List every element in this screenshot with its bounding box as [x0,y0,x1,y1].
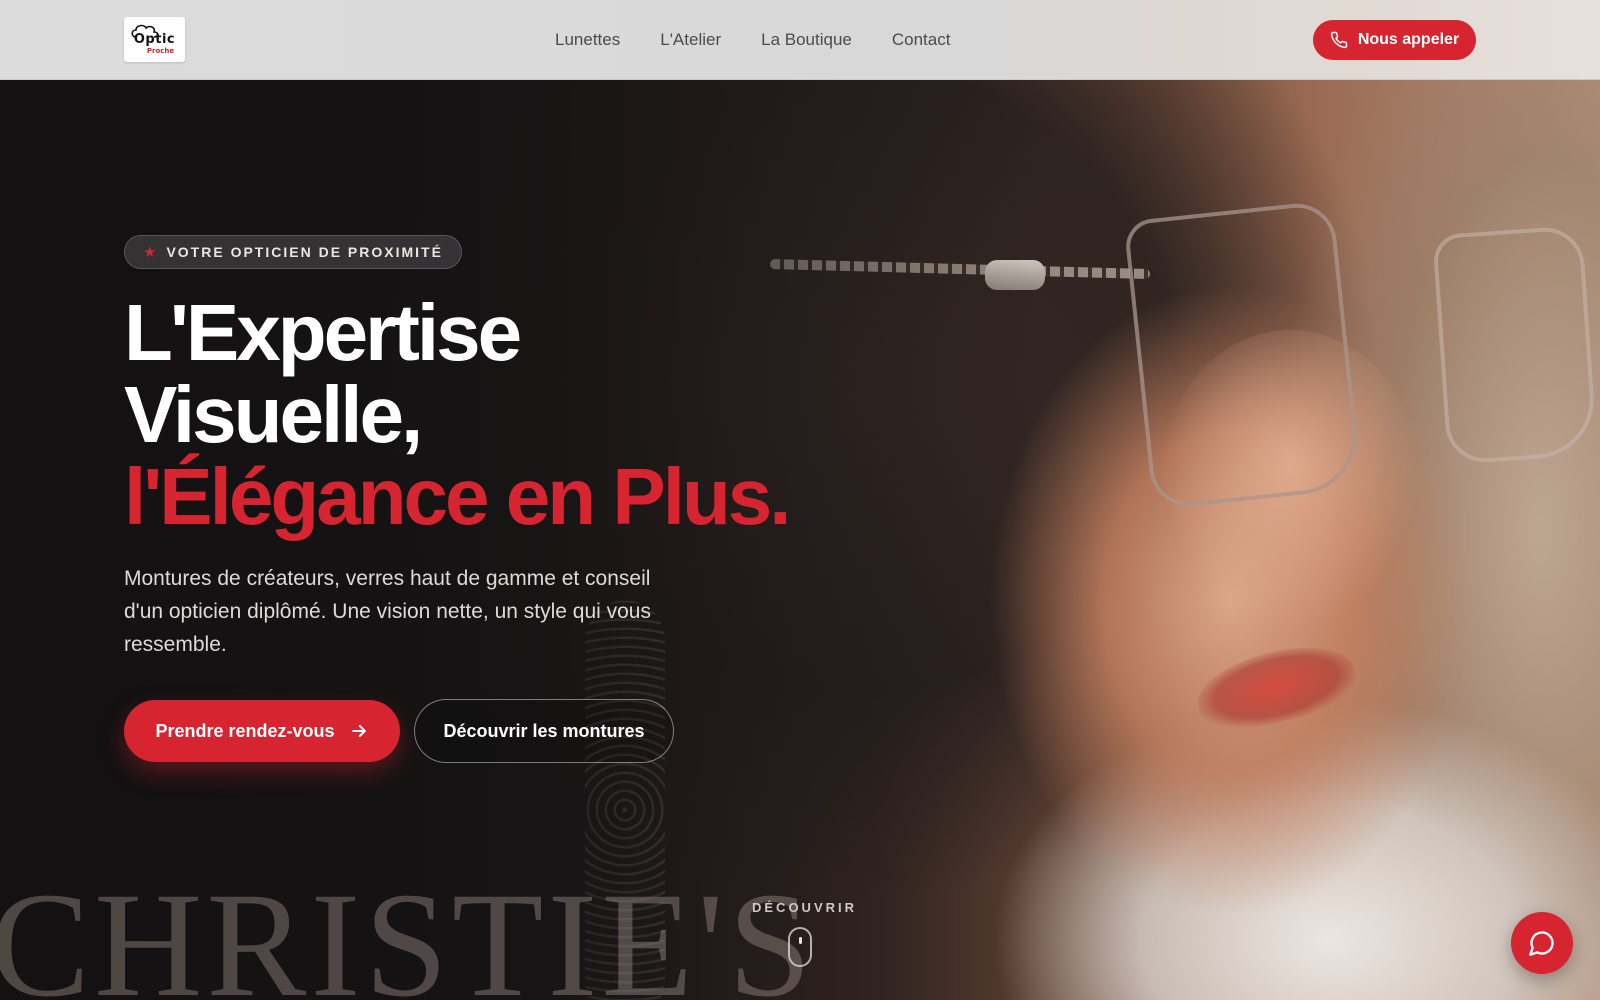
chat-bubble-icon [1529,931,1554,956]
brand-logo[interactable]: Optic Proche [124,17,185,62]
hero-lead-paragraph: Montures de créateurs, verres haut de ga… [124,567,651,656]
headline-line-2: Visuelle, [124,370,423,459]
logo-text-proche: Proche [146,46,175,55]
discover-frames-label: Découvrir les montures [443,720,645,741]
hero-headline: L'Expertise Visuelle, l'Élégance en Plus… [124,292,844,538]
main-nav: Lunettes L'Atelier La Boutique Contact [555,28,950,52]
headline-line-1: L'Expertise [124,288,522,377]
site-header: Optic Proche Lunettes L'Atelier La Bouti… [0,0,1600,80]
scroll-indicator-label: DÉCOUVRIR [752,900,858,915]
cloud-logo-icon [131,24,159,38]
nav-item-boutique[interactable]: La Boutique [761,28,852,52]
call-button[interactable]: Nous appeler [1313,20,1476,60]
arrow-right-icon [351,725,366,737]
star-icon: ★ [143,243,157,261]
nav-item-contact[interactable]: Contact [892,28,951,52]
chat-button[interactable] [1511,912,1573,974]
background-watermark-text: CHRISTIE'S [0,862,816,1000]
call-button-label: Nous appeler [1357,31,1460,48]
scroll-indicator[interactable]: DÉCOUVRIR [752,900,858,967]
mouse-scroll-icon [788,927,812,967]
book-appointment-label: Prendre rendez-vous [155,720,335,741]
book-appointment-button[interactable]: Prendre rendez-vous [124,700,400,762]
nav-item-atelier[interactable]: L'Atelier [660,28,721,52]
phone-icon [1330,31,1348,49]
nav-item-lunettes[interactable]: Lunettes [555,28,620,52]
discover-frames-button[interactable]: Découvrir les montures [414,699,674,763]
hero-badge: ★ VOTRE OPTICIEN DE PROXIMITÉ [124,235,462,269]
hero-badge-text: VOTRE OPTICIEN DE PROXIMITÉ [166,244,443,260]
headline-line-3-accent: l'Élégance en Plus. [124,452,792,541]
